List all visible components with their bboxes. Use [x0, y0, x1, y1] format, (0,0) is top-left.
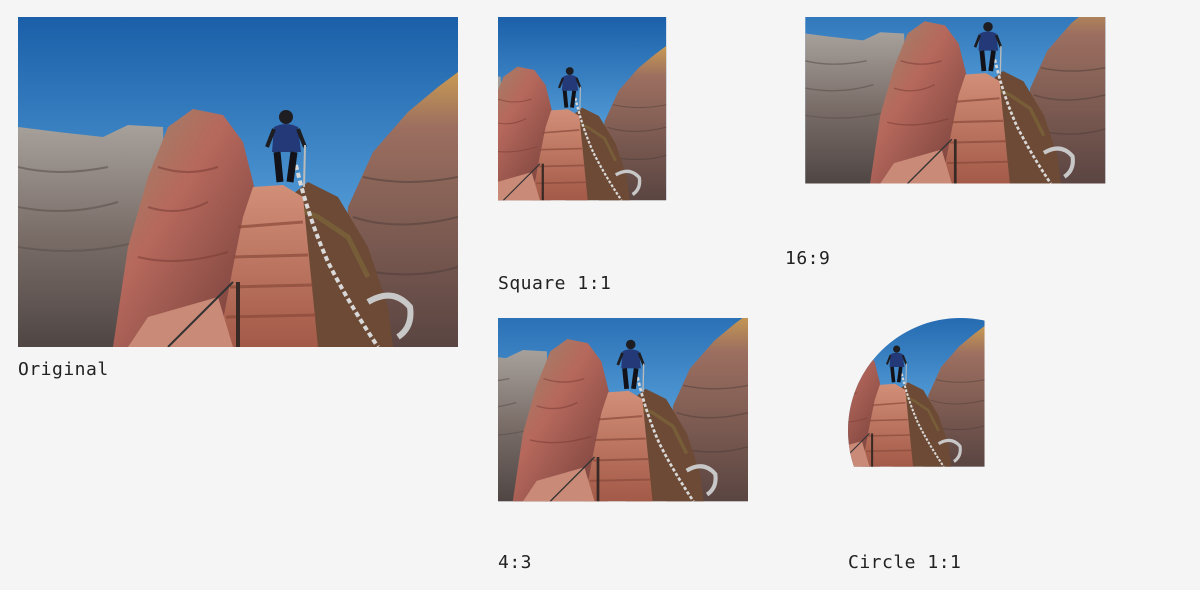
- 4-3-crop-image: [498, 318, 798, 543]
- 16-9-caption: 16:9: [785, 248, 831, 269]
- original-image: [18, 17, 458, 347]
- circle-crop-image: [848, 318, 1073, 543]
- square-crop-image: [498, 17, 744, 264]
- 4-3-caption: 4:3: [498, 552, 533, 573]
- circle-caption: Circle 1:1: [848, 552, 962, 573]
- square-caption: Square 1:1: [498, 273, 612, 294]
- 16-9-crop-image: [785, 17, 1184, 242]
- original-caption: Original: [18, 359, 109, 380]
